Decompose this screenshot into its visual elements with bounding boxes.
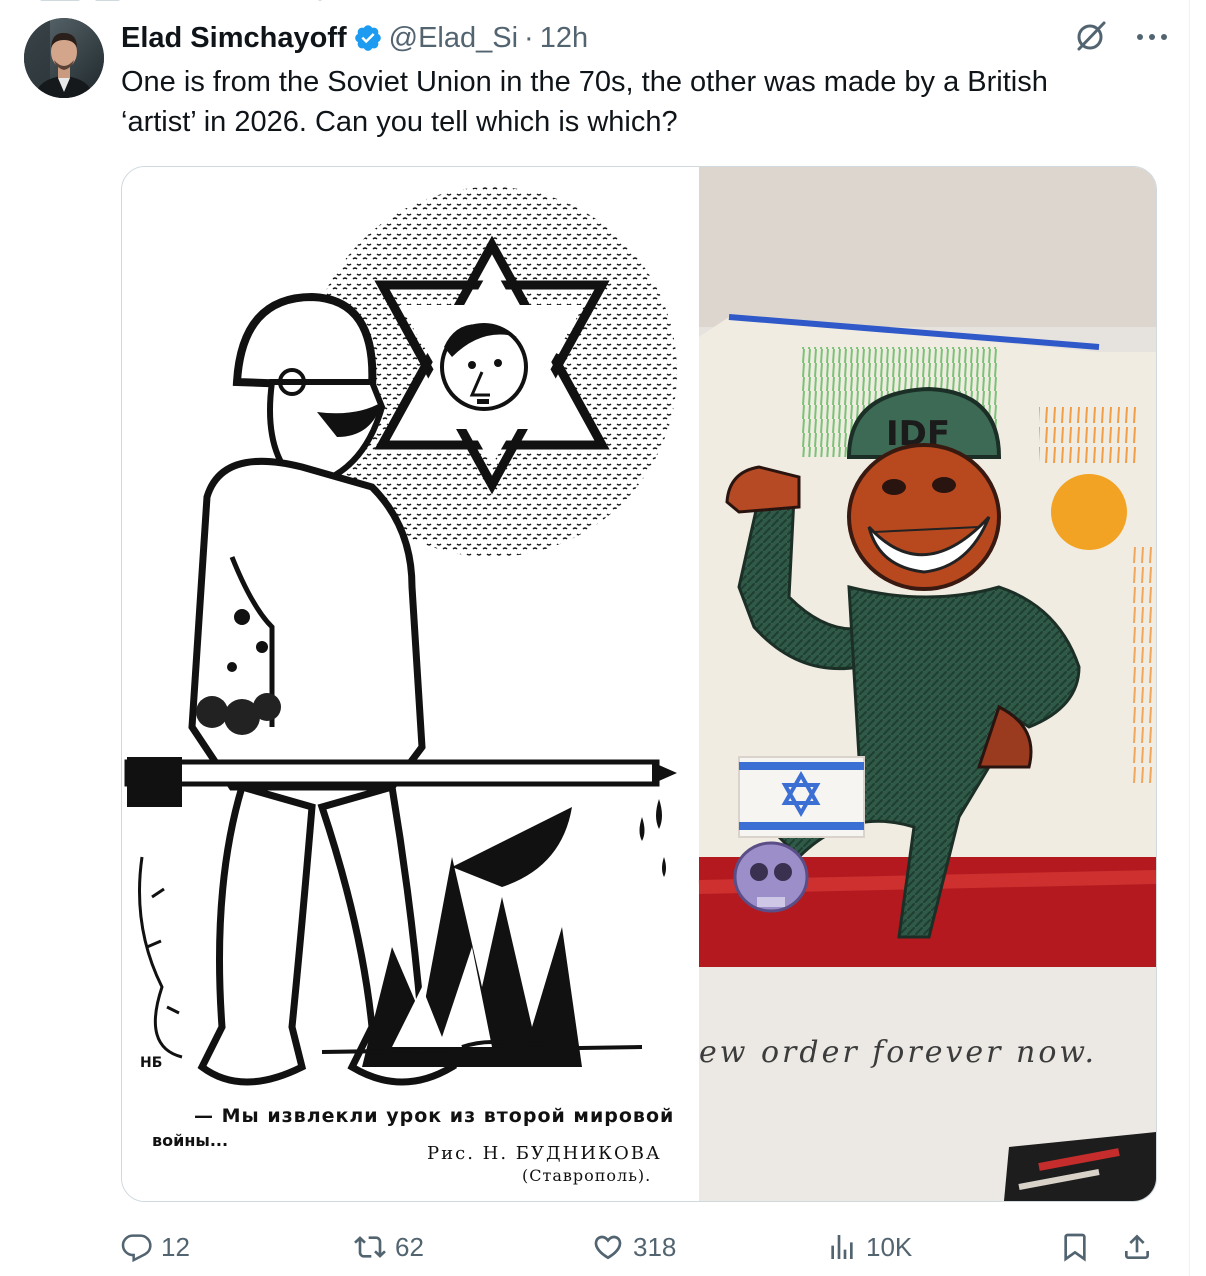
soviet-credit-line2: (Ставрополь).	[522, 1166, 651, 1185]
more-icon[interactable]	[1135, 29, 1169, 47]
tweet-text: One is from the Soviet Union in the 70s,…	[121, 66, 1048, 138]
reply-icon	[121, 1234, 152, 1263]
timestamp[interactable]: 12h	[540, 18, 588, 58]
views-icon	[831, 1235, 853, 1259]
bookmark-icon	[1064, 1233, 1086, 1262]
views-button[interactable]: 10K	[826, 1222, 912, 1272]
soviet-caption-line1: — Мы извлекли урок из второй мировой	[194, 1105, 674, 1127]
avatar-image	[24, 18, 104, 98]
soviet-caption-line2: войны...	[152, 1131, 228, 1150]
crayon-drawing: IDF ew order forever now.	[698, 167, 1156, 1201]
repost-icon	[354, 1236, 386, 1258]
wall-text: ew order forever now.	[699, 1035, 1097, 1070]
like-button[interactable]: 318	[591, 1222, 676, 1272]
previous-tweet-sliver	[0, 0, 1190, 6]
separator-dot: ·	[524, 22, 534, 54]
share-button[interactable]	[1121, 1222, 1153, 1272]
soviet-cartoon: НБ — Мы извлекли урок из второй мировой …	[122, 167, 699, 1201]
soviet-credit-line1: Рис. Н. БУДНИКОВА	[427, 1143, 662, 1164]
tweet-media[interactable]: НБ — Мы извлекли урок из второй мировой …	[121, 166, 1157, 1202]
like-icon	[594, 1235, 622, 1260]
media-image: НБ — Мы извлекли урок из второй мировой …	[122, 167, 1156, 1201]
repost-count: 62	[395, 1231, 424, 1262]
reply-button[interactable]: 12	[121, 1222, 190, 1272]
avatar[interactable]	[24, 18, 104, 98]
artist-monogram: НБ	[140, 1055, 162, 1071]
reply-count: 12	[161, 1231, 190, 1262]
author-name[interactable]: Elad Simchayoff	[121, 18, 347, 58]
like-count: 318	[633, 1231, 677, 1262]
author-handle[interactable]: @Elad_Si	[389, 18, 518, 58]
verified-badge-icon[interactable]	[353, 23, 383, 53]
tweet-actions: 12 62 318 10K	[121, 1222, 1161, 1272]
tweet[interactable]: Elad Simchayoff @Elad_Si · 12h One is fr…	[0, 0, 1190, 1276]
bookmark-button[interactable]	[1059, 1222, 1091, 1272]
header-actions	[1073, 18, 1169, 58]
grok-icon[interactable]	[1073, 18, 1109, 59]
tweet-header: Elad Simchayoff @Elad_Si · 12h	[121, 18, 588, 58]
views-count: 10K	[866, 1231, 913, 1262]
share-icon	[1125, 1234, 1149, 1259]
repost-button[interactable]: 62	[353, 1222, 424, 1272]
